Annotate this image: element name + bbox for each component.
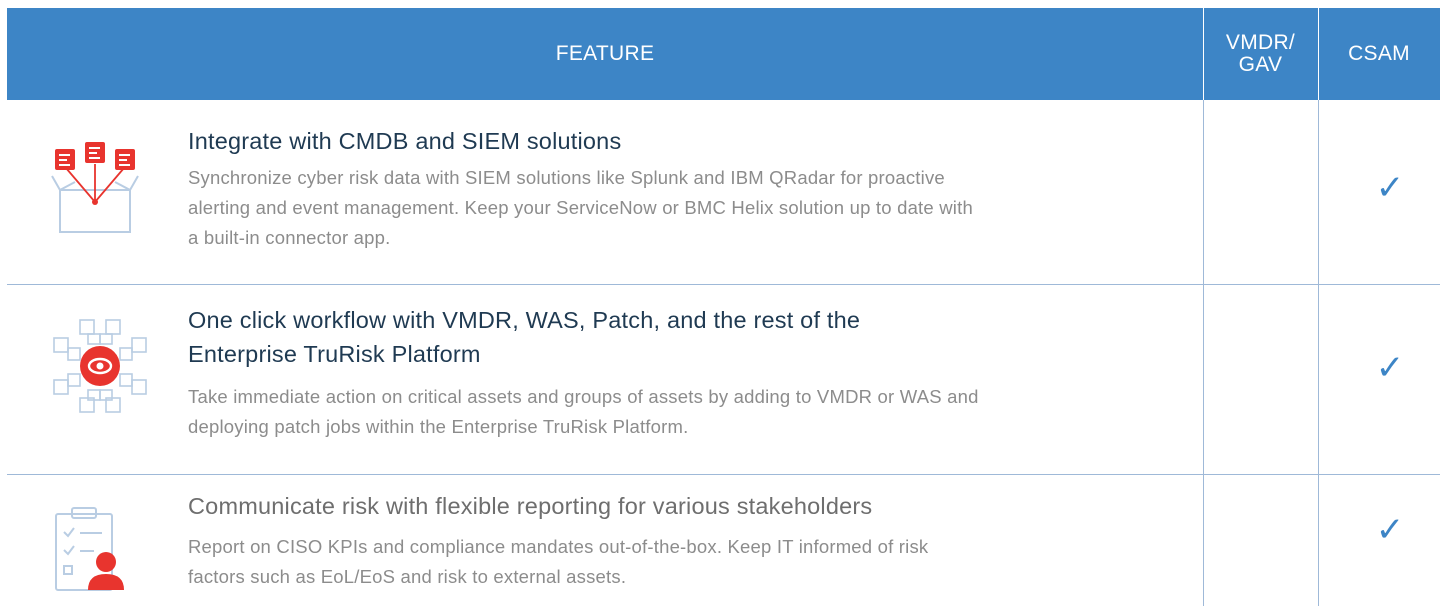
table-header: FEATURE VMDR/ GAV CSAM [7,8,1440,100]
column-divider [1318,100,1319,606]
eye-network-icon [53,319,147,413]
feature-title: Communicate risk with flexible reporting… [188,493,873,519]
header-vmdr-gav-label: VMDR/ GAV [1225,31,1296,76]
report-clipboard-icon [55,507,124,591]
row-divider [7,284,1440,285]
feature-title: One click workflow with VMDR, WAS, Patch… [188,307,861,367]
feature-description: Report on CISO KPIs and compliance manda… [188,536,929,587]
row-divider [7,474,1440,475]
csam-checkmark: ✓ [1375,168,1405,208]
column-divider [1203,100,1204,606]
feature-title: Integrate with CMDB and SIEM solutions [188,128,622,154]
feature-description: Synchronize cyber risk data with SIEM so… [188,167,973,248]
csam-checkmark: ✓ [1375,348,1405,388]
header-vmdr-gav: VMDR/ GAV [1203,8,1318,100]
csam-checkmark: ✓ [1375,510,1405,550]
header-csam: CSAM [1348,42,1410,65]
feature-description: Take immediate action on critical assets… [188,386,979,437]
header-feature: FEATURE [555,42,655,65]
integration-box-icon [51,142,139,233]
